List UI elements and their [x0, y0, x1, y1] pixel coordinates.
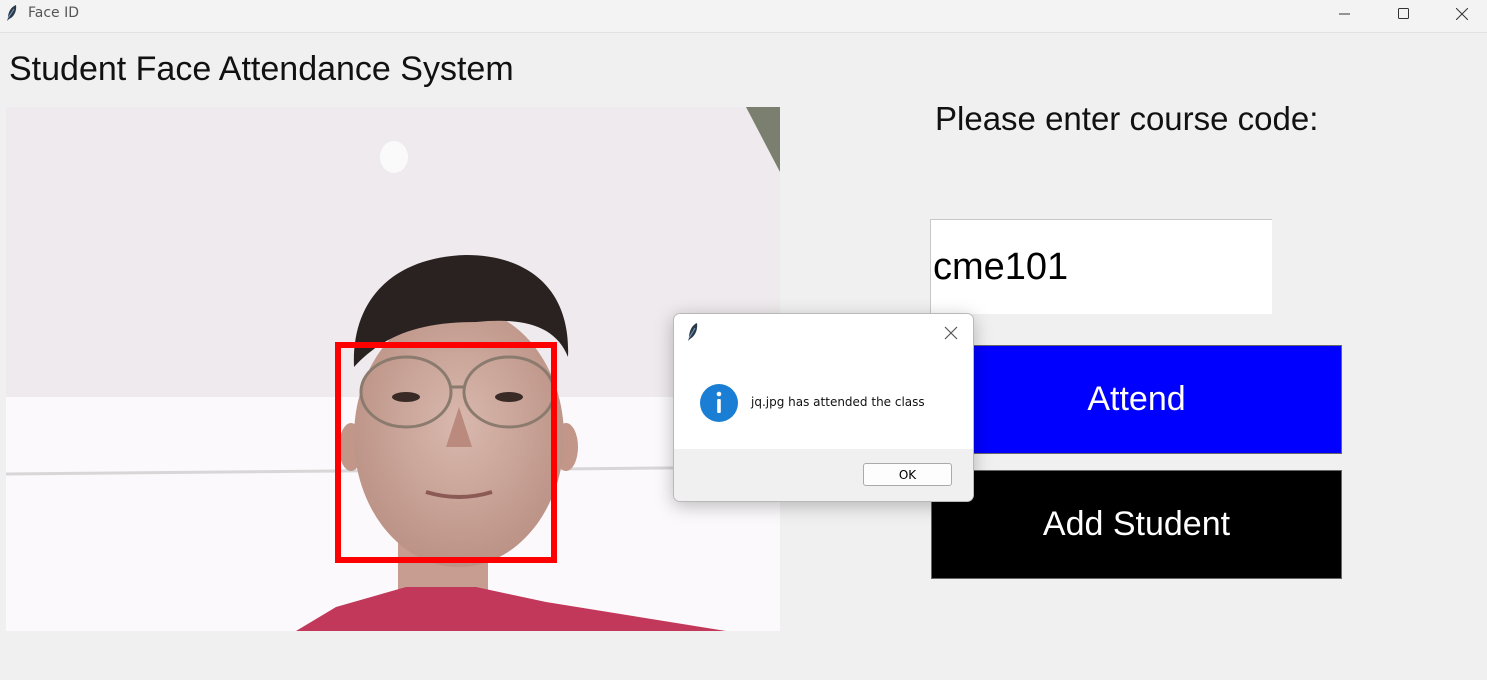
- window-title: Face ID: [28, 5, 80, 21]
- minimize-button[interactable]: [1316, 0, 1374, 28]
- close-button[interactable]: [1433, 0, 1487, 28]
- attend-button[interactable]: Attend: [931, 345, 1342, 454]
- camera-image: [6, 107, 780, 631]
- camera-feed: [6, 107, 780, 631]
- course-code-label: Please enter course code:: [935, 100, 1319, 137]
- app-heading: Student Face Attendance System: [9, 50, 514, 88]
- add-student-button[interactable]: Add Student: [931, 470, 1342, 579]
- info-icon: [700, 384, 738, 422]
- close-icon: [944, 326, 958, 340]
- ok-button[interactable]: OK: [863, 463, 952, 486]
- info-dialog: jq.jpg has attended the class OK: [673, 313, 974, 502]
- dialog-footer: OK: [674, 449, 973, 501]
- dialog-title-bar: [674, 314, 973, 352]
- feather-icon: [5, 4, 19, 22]
- dialog-message: jq.jpg has attended the class: [751, 395, 925, 409]
- maximize-icon: [1398, 8, 1409, 19]
- course-code-input[interactable]: [930, 219, 1272, 314]
- close-icon: [1456, 8, 1468, 20]
- maximize-button[interactable]: [1375, 0, 1433, 28]
- feather-icon: [687, 322, 699, 346]
- minimize-icon: [1339, 13, 1350, 15]
- dialog-close-button[interactable]: [944, 325, 958, 344]
- dialog-body: jq.jpg has attended the class: [674, 352, 973, 449]
- title-bar: Face ID: [0, 0, 1487, 33]
